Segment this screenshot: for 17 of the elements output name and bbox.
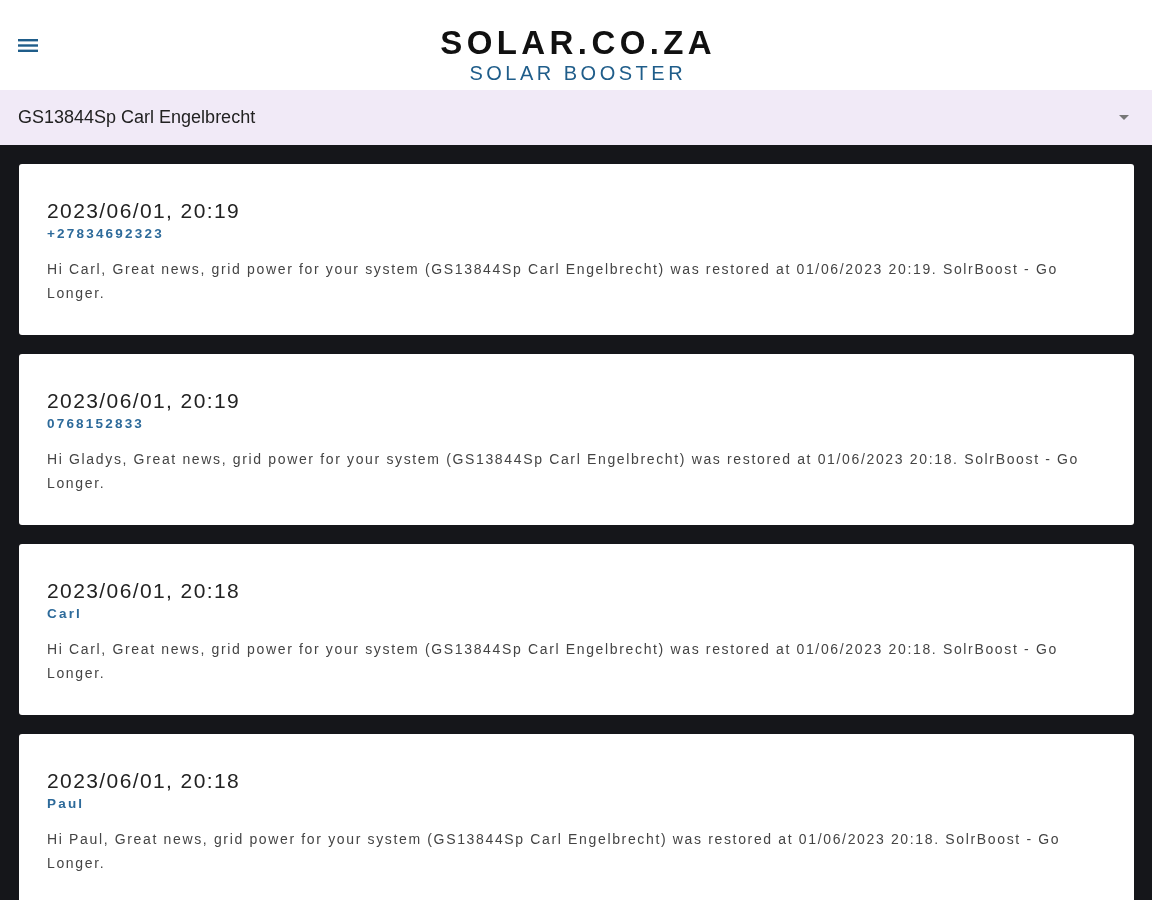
message-timestamp: 2023/06/01, 20:18: [47, 769, 242, 793]
message-text: Hi Paul, Great news, grid power for your system (GS13844Sp Carl Engelbrecht) was restored at 01/06/2023 20:18. SolrBoost - Go Longer.: [47, 830, 1062, 873]
message-recipient: +27834692323: [47, 225, 165, 243]
message-recipient: 0768152833: [47, 415, 146, 433]
logo-subtitle: SOLAR BOOSTER: [469, 62, 687, 84]
message-timestamp: 2023/06/01, 20:18: [47, 579, 242, 603]
message-recipient: Paul: [47, 795, 86, 813]
message-text: Hi Carl, Great news, grid power for your system (GS13844Sp Carl Engelbrecht) was restored at 01/06/2023 20:18. SolrBoost - Go Longer.: [47, 640, 1059, 683]
menu-icon[interactable]: [18, 39, 38, 52]
message-timestamp: 2023/06/01, 20:19: [47, 199, 242, 223]
message-recipient: Carl: [47, 605, 84, 623]
message-text: Hi Gladys, Great news, grid power for your system (GS13844Sp Carl Engelbrecht) was restored at 01/06/2023 20:18. SolrBoost - Go Longer.: [47, 450, 1081, 493]
logo-title: SOLAR.CO.ZA: [440, 27, 717, 58]
message-timestamp: 2023/06/01, 20:19: [47, 389, 242, 413]
message-text: Hi Carl, Great news, grid power for your system (GS13844Sp Carl Engelbrecht) was restored at 01/06/2023 20:19. SolrBoost - Go Longer.: [47, 260, 1059, 303]
caret-icon: [1119, 115, 1129, 120]
system-select[interactable]: GS13844Sp Carl Engelbrecht: [0, 90, 1152, 145]
